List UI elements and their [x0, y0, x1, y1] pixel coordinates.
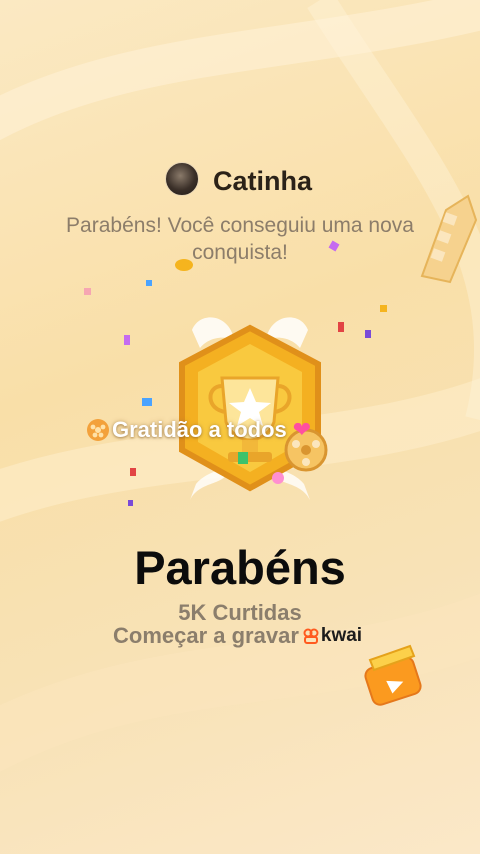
brand-name: kwai — [320, 625, 363, 646]
badge-caption: Gratidão a todos ❤ — [86, 415, 311, 445]
heart-icon: ❤ — [292, 417, 312, 442]
record-row: Começar a gravar kwai — [113, 622, 362, 650]
kwai-logo-icon — [303, 628, 319, 644]
brand: kwai — [303, 625, 362, 647]
caption-text: Gratidão a todos — [112, 417, 287, 442]
film-reel-icon — [87, 419, 109, 441]
page-title: Parabéns — [134, 541, 346, 594]
clapperboard-icon — [364, 644, 422, 706]
record-label[interactable]: Começar a gravar — [113, 623, 299, 649]
